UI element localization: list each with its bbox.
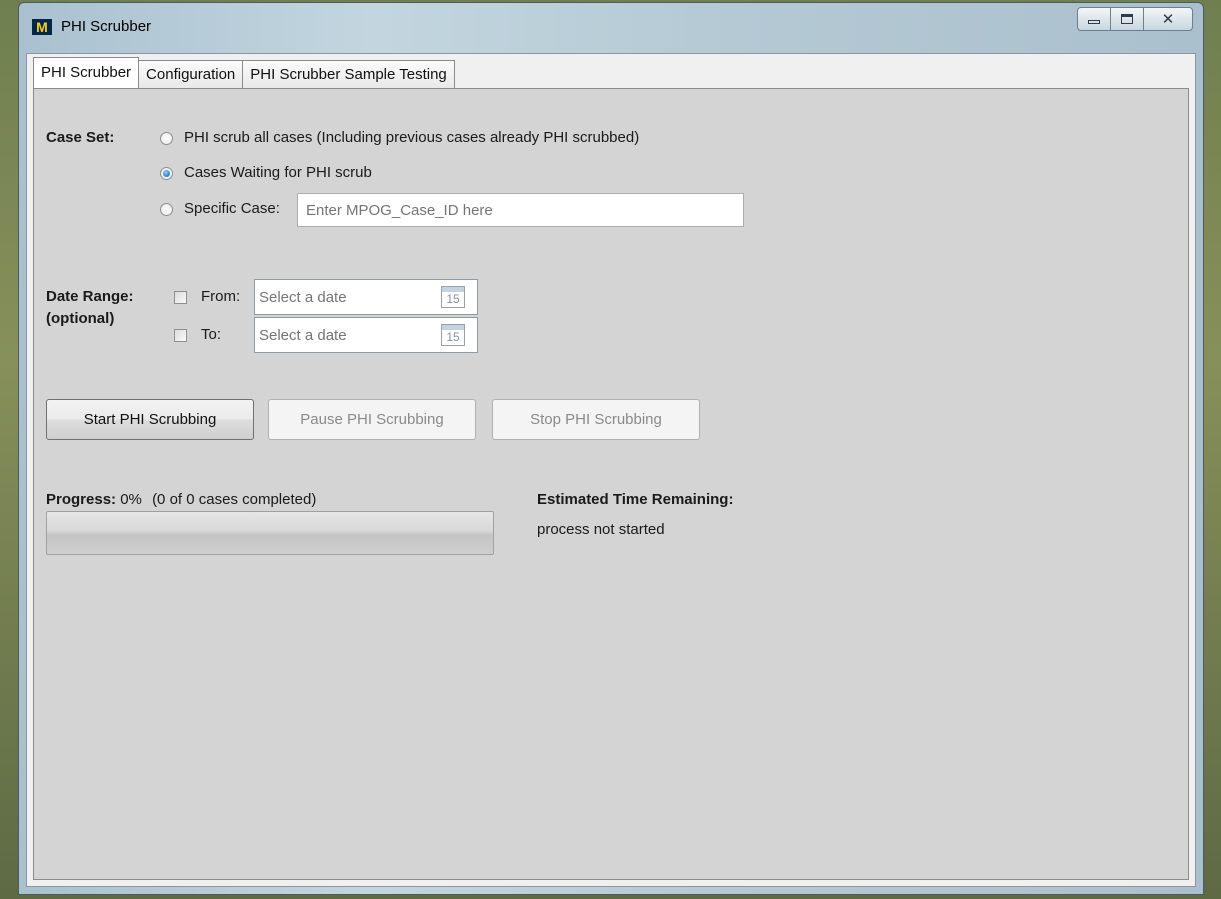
client-area: PHI Scrubber Configuration PHI Scrubber … — [26, 53, 1196, 887]
maximize-icon — [1121, 14, 1133, 24]
maximize-button[interactable] — [1110, 7, 1144, 31]
case-set-label: Case Set: — [46, 129, 115, 146]
phi-scrubber-panel: Case Set: PHI scrub all cases (Including… — [33, 88, 1189, 880]
progress-label: Progress: — [46, 491, 117, 508]
date-range-label: Date Range: — [46, 288, 134, 305]
progress-detail: (0 of 0 cases completed) — [152, 491, 317, 508]
close-button[interactable]: ✕ — [1143, 7, 1193, 31]
radio-waiting-cases-label[interactable]: Cases Waiting for PHI scrub — [184, 164, 372, 181]
eta-label: Estimated Time Remaining: — [537, 491, 734, 508]
from-date-picker[interactable]: 15 — [254, 279, 478, 315]
calendar-day-number: 15 — [446, 292, 460, 306]
app-window: M PHI Scrubber ✕ PHI Scrubber Configurat… — [18, 2, 1204, 895]
from-date-input[interactable] — [257, 284, 437, 310]
tab-strip: PHI Scrubber Configuration PHI Scrubber … — [33, 57, 455, 88]
minimize-icon — [1088, 20, 1100, 24]
window-title: PHI Scrubber — [61, 18, 152, 35]
to-date-input[interactable] — [257, 322, 437, 348]
calendar-day-number: 15 — [446, 330, 460, 344]
tab-configuration[interactable]: Configuration — [138, 60, 244, 88]
from-date-checkbox[interactable] — [174, 291, 187, 304]
progress-bar — [46, 511, 494, 555]
start-scrubbing-button[interactable]: Start PHI Scrubbing — [46, 399, 254, 440]
university-m-logo-icon[interactable]: M — [32, 19, 52, 35]
title-bar[interactable]: M PHI Scrubber ✕ — [19, 3, 1203, 53]
close-icon: ✕ — [1161, 9, 1175, 28]
specific-case-input[interactable] — [297, 193, 744, 227]
from-date-label: From: — [201, 288, 241, 305]
eta-value: process not started — [537, 521, 665, 538]
to-date-label: To: — [201, 326, 222, 343]
window-controls: ✕ — [1077, 7, 1193, 31]
minimize-button[interactable] — [1077, 7, 1111, 31]
to-date-checkbox[interactable] — [174, 329, 187, 342]
pause-scrubbing-button[interactable]: Pause PHI Scrubbing — [268, 399, 476, 440]
radio-all-cases[interactable] — [160, 132, 173, 145]
progress-percent: 0% — [120, 491, 142, 508]
tab-sample-testing[interactable]: PHI Scrubber Sample Testing — [242, 60, 455, 88]
progress-row: Progress: 0% (0 of 0 cases completed) — [46, 491, 316, 508]
radio-waiting-cases[interactable] — [160, 167, 173, 180]
tab-phi-scrubber[interactable]: PHI Scrubber — [33, 57, 140, 88]
radio-specific-case-label[interactable]: Specific Case: — [184, 200, 280, 217]
calendar-icon[interactable]: 15 — [441, 286, 465, 308]
stop-scrubbing-button[interactable]: Stop PHI Scrubbing — [492, 399, 700, 440]
calendar-icon[interactable]: 15 — [441, 324, 465, 346]
radio-all-cases-label[interactable]: PHI scrub all cases (Including previous … — [184, 129, 639, 146]
date-range-optional-label: (optional) — [46, 310, 115, 327]
to-date-picker[interactable]: 15 — [254, 317, 478, 353]
radio-specific-case[interactable] — [160, 203, 173, 216]
